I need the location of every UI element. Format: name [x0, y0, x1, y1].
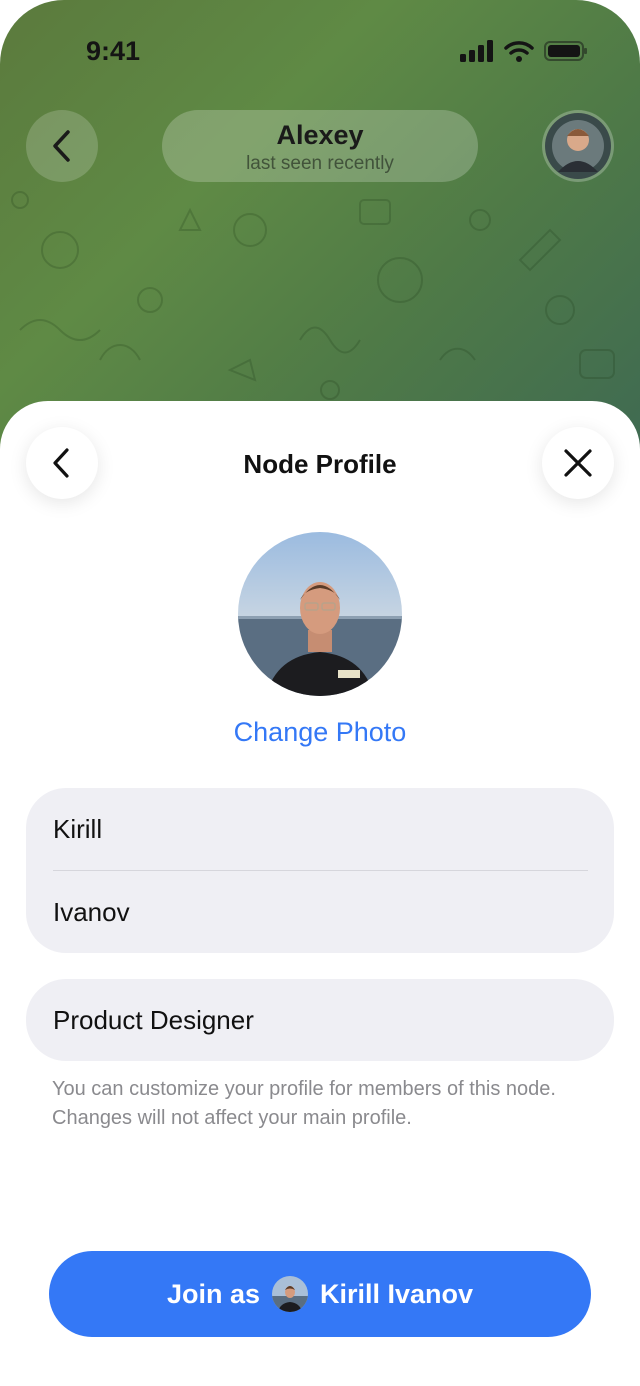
chat-title-pill[interactable]: Alexey last seen recently: [162, 110, 478, 182]
name-fields-group: Kirill Ivanov: [26, 788, 614, 953]
battery-icon: [544, 41, 587, 61]
join-button[interactable]: Join as Kirill Ivanov: [49, 1251, 591, 1337]
profile-photo[interactable]: [238, 532, 402, 696]
change-photo-link[interactable]: Change Photo: [0, 717, 640, 748]
status-time: 9:41: [86, 36, 141, 66]
phone-screen: 9:41 Alexey last seen recently Node Prof…: [0, 0, 640, 1386]
cellular-signal-icon: [460, 40, 493, 62]
first-name-field[interactable]: Kirill: [26, 788, 614, 870]
close-icon: [564, 449, 592, 477]
node-profile-sheet: Node Profile Change Photo Kirill Ivanov …: [0, 401, 640, 1386]
join-avatar: [271, 1276, 308, 1312]
close-button[interactable]: [542, 427, 614, 499]
chat-back-button[interactable]: [26, 110, 98, 182]
wifi-icon: [504, 41, 534, 62]
join-prefix-label: Join as: [166, 1278, 260, 1309]
job-title-group: Product Designer: [26, 979, 614, 1061]
contact-avatar[interactable]: [542, 110, 614, 182]
status-icons: [460, 40, 588, 62]
chat-background: 9:41 Alexey last seen recently: [0, 0, 640, 460]
contact-status: last seen recently: [246, 153, 394, 174]
contact-avatar-image: [545, 113, 611, 179]
join-name-label: Kirill Ivanov: [319, 1278, 474, 1309]
chevron-left-icon: [53, 130, 70, 162]
profile-photo-image: [238, 532, 402, 696]
contact-name: Alexey: [276, 120, 364, 150]
last-name-field[interactable]: Ivanov: [26, 871, 614, 953]
job-title-field[interactable]: Product Designer: [26, 979, 614, 1061]
profile-hint-text: You can customize your profile for membe…: [52, 1078, 556, 1129]
doodle-pattern: [11, 191, 615, 400]
